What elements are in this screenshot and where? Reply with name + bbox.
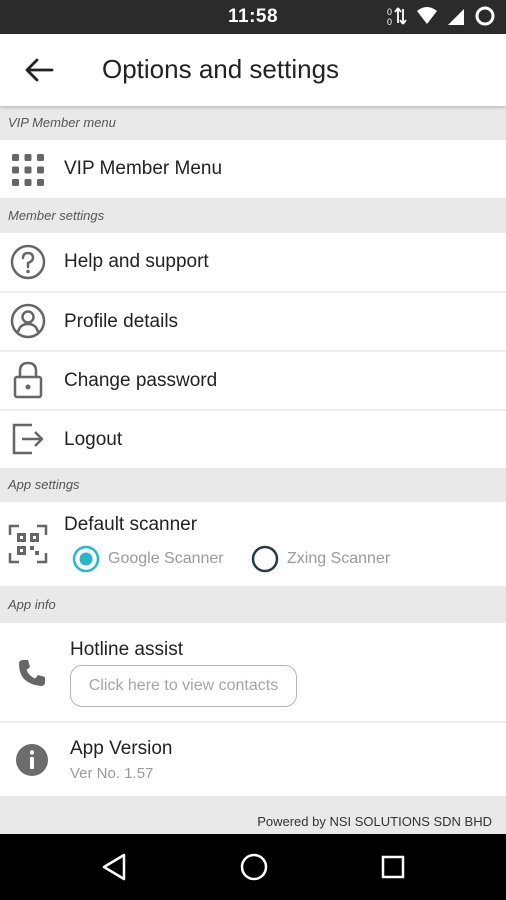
radio-unselected-icon[interactable] (251, 545, 279, 573)
app-version-row: App Version Ver No. 1.57 (0, 723, 506, 796)
svg-text:0: 0 (387, 17, 392, 27)
profile-icon (10, 303, 46, 339)
nav-recents-icon[interactable] (380, 854, 406, 880)
change-password-label: Change password (64, 370, 218, 391)
app-version-title: App Version (70, 738, 173, 759)
svg-text:0: 0 (387, 7, 392, 17)
app-version-value: Ver No. 1.57 (70, 765, 154, 782)
vip-member-menu-label: VIP Member Menu (64, 158, 223, 179)
app-bar: Options and settings (0, 34, 506, 106)
hotline-assist-title: Hotline assist (70, 639, 183, 660)
page-title: Options and settings (102, 54, 340, 84)
data-transfer-icon: 0 0 (387, 7, 407, 27)
lock-icon (13, 361, 43, 399)
hotline-assist-row: Hotline assist Click here to view contac… (0, 623, 506, 721)
nav-home-icon[interactable] (239, 852, 269, 882)
vip-member-menu-row[interactable]: VIP Member Menu (0, 140, 506, 198)
help-support-label: Help and support (64, 251, 209, 272)
section-header-app: App settings (0, 468, 506, 502)
battery-icon (475, 6, 495, 26)
view-contacts-button[interactable]: Click here to view contacts (70, 665, 297, 707)
status-bar: 11:58 0 0 (0, 0, 506, 34)
help-icon (10, 244, 46, 280)
radio-selected-icon[interactable] (72, 545, 100, 573)
wifi-icon (417, 7, 437, 24)
status-icons: 0 0 (386, 5, 496, 27)
section-header-member: Member settings (0, 198, 506, 233)
section-header-info: App info (0, 586, 506, 623)
zxing-scanner-option[interactable]: Zxing Scanner (251, 545, 390, 573)
profile-details-label: Profile details (64, 311, 179, 332)
default-scanner-title: Default scanner (64, 514, 198, 535)
change-password-row[interactable]: Change password (0, 352, 506, 409)
signal-icon (448, 9, 464, 25)
qr-scan-icon (8, 524, 48, 564)
nav-back-icon[interactable] (100, 852, 128, 882)
default-scanner-row: Default scanner Google Scanner Zxing Sca… (0, 502, 506, 586)
google-scanner-option[interactable]: Google Scanner (72, 545, 224, 573)
zxing-scanner-label: Zxing Scanner (287, 550, 391, 567)
google-scanner-label: Google Scanner (108, 550, 224, 567)
grid-icon (12, 154, 44, 186)
system-nav-bar (0, 834, 506, 900)
profile-details-row[interactable]: Profile details (0, 293, 506, 350)
powered-by-text: Powered by NSI SOLUTIONS SDN BHD (257, 814, 492, 829)
help-support-row[interactable]: Help and support (0, 233, 506, 291)
footer: Powered by NSI SOLUTIONS SDN BHD (0, 796, 506, 834)
logout-icon (12, 423, 44, 455)
back-arrow-icon[interactable] (22, 56, 56, 84)
phone-icon (19, 660, 45, 686)
section-header-vip: VIP Member menu (0, 106, 506, 140)
info-icon (16, 744, 48, 776)
logout-label: Logout (64, 429, 123, 450)
status-time: 11:58 (228, 6, 279, 27)
logout-row[interactable]: Logout (0, 411, 506, 468)
